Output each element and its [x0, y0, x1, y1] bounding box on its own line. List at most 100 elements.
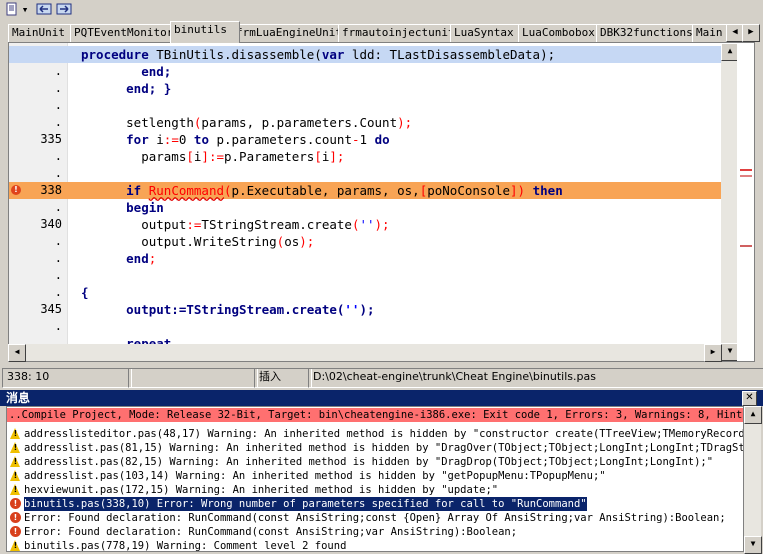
message-text: addresslist.pas(82,15) Warning: An inher… — [24, 456, 714, 468]
code-text: output:=TStringStream.create(''); — [81, 217, 390, 232]
warning-icon: ! — [10, 428, 21, 439]
code-text: for i:=0 to p.parameters.count-1 do — [126, 132, 390, 147]
forward-arrow-icon[interactable] — [56, 2, 72, 18]
line-number: . — [54, 166, 62, 180]
scroll-up-icon[interactable]: ▲ — [744, 406, 762, 424]
list-item[interactable]: ! binutils.pas(778,19) Warning: Comment … — [7, 539, 743, 552]
editor-tab-bar: MainUnit PQTEventMonitor binutils frmLua… — [0, 20, 763, 43]
overview-ruler[interactable] — [737, 43, 754, 361]
error-mark[interactable] — [740, 245, 752, 247]
list-item[interactable]: ! addresslist.pas(82,15) Warning: An inh… — [7, 455, 743, 469]
warning-icon: ! — [10, 470, 21, 481]
line-number: . — [54, 319, 62, 333]
code-line: . end; — [9, 63, 721, 80]
message-text: binutils.pas(338,10) Error: Wrong number… — [24, 497, 587, 511]
source-editor[interactable]: procedure TBinUtils.disassemble(var ldd:… — [8, 42, 755, 362]
tab-binutils[interactable]: binutils — [170, 21, 240, 43]
tab-frmautoinjectunit[interactable]: frmautoinjectunit — [338, 24, 458, 43]
code-line: procedure TBinUtils.disassemble(var ldd:… — [9, 46, 721, 63]
tab-luasyntax[interactable]: LuaSyntax — [450, 24, 526, 43]
scroll-down-icon[interactable]: ▼ — [744, 536, 762, 554]
list-item[interactable]: ..Compile Project, Mode: Release 32-Bit,… — [7, 408, 744, 422]
messages-list[interactable]: ..Compile Project, Mode: Release 32-Bit,… — [6, 406, 744, 552]
close-icon[interactable]: ✕ — [742, 391, 757, 406]
editor-vertical-scrollbar[interactable]: ▲ ▼ — [721, 43, 739, 361]
scroll-right-icon[interactable]: ▶ — [704, 344, 722, 362]
list-item[interactable]: ! hexviewunit.pas(172,15) Warning: An in… — [7, 483, 743, 497]
code-text: output.WriteString(os); — [81, 234, 315, 249]
modified-indicator — [128, 368, 258, 388]
list-item[interactable]: ! Error: Found declaration: RunCommand(c… — [7, 525, 743, 539]
code-text: { — [81, 285, 89, 300]
code-text: procedure TBinUtils.disassemble(var ldd:… — [81, 47, 556, 62]
tab-frmluaengineunit[interactable]: frmLuaEngineUnit — [232, 24, 346, 43]
code-text: end; } — [126, 81, 172, 96]
line-number: . — [54, 200, 62, 214]
tab-luacombobox[interactable]: LuaCombobox — [518, 24, 604, 43]
scroll-left-icon[interactable]: ◀ — [8, 344, 26, 362]
toolbar: ▾ — [0, 0, 763, 20]
back-arrow-icon[interactable] — [36, 2, 52, 18]
code-line: . end; — [9, 250, 721, 267]
warning-icon: ! — [10, 540, 21, 551]
warning-icon: ! — [10, 456, 21, 467]
editor-horizontal-scrollbar[interactable]: ◀ ▶ — [8, 344, 722, 362]
code-line: 335 for i:=0 to p.parameters.count-1 do — [9, 131, 721, 148]
code-line: . — [9, 97, 721, 114]
code-line: 345 output:=TStringStream.create(''); — [9, 301, 721, 318]
error-icon: ! — [10, 512, 21, 523]
tab-pqteventmonitor[interactable]: PQTEventMonitor — [70, 24, 178, 43]
list-item[interactable]: ! Error: Found declaration: RunCommand(c… — [7, 511, 743, 525]
message-text: binutils.pas(778,19) Warning: Comment le… — [24, 540, 347, 552]
code-text: begin — [126, 200, 164, 215]
message-text: ..Compile Project, Mode: Release 32-Bit,… — [9, 409, 744, 421]
code-text: if RunCommand(p.Executable, params, os,[… — [126, 183, 563, 198]
code-line: . begin — [9, 199, 721, 216]
error-icon: ! — [10, 526, 21, 537]
message-text: Error: Found declaration: RunCommand(con… — [24, 526, 518, 538]
status-bar: 338: 10 插入 D:\02\cheat-engine\trunk\Chea… — [0, 366, 763, 388]
tab-dbk32functions[interactable]: DBK32functions — [596, 24, 700, 43]
messages-title: 消息 — [6, 391, 31, 405]
list-item[interactable]: ! addresslist.pas(81,15) Warning: An inh… — [7, 441, 744, 455]
messages-title-bar: 消息 ✕ — [0, 390, 763, 406]
code-line: . — [9, 318, 721, 335]
list-item[interactable]: ! addresslist.pas(103,14) Warning: An in… — [7, 469, 743, 483]
error-mark[interactable] — [740, 175, 752, 177]
line-number: . — [54, 285, 62, 299]
error-mark[interactable] — [740, 169, 752, 171]
line-number: . — [54, 268, 62, 282]
code-text: end; — [126, 251, 157, 266]
tab-scroll-right-icon[interactable]: ▶ — [742, 24, 760, 42]
code-line: . — [9, 267, 721, 284]
dropdown-arrow-icon[interactable]: ▾ — [20, 2, 30, 18]
messages-vertical-scrollbar[interactable]: ▲ ▼ — [744, 406, 762, 554]
code-line: . { — [9, 284, 721, 301]
list-item[interactable]: ! addresslisteditor.pas(48,17) Warning: … — [7, 427, 743, 441]
warning-icon: ! — [10, 442, 21, 453]
line-number: . — [54, 149, 62, 163]
code-line: . — [9, 165, 721, 182]
line-number: . — [54, 234, 62, 248]
message-text: addresslist.pas(81,15) Warning: An inher… — [24, 442, 744, 454]
code-line: . params[i]:=p.Parameters[i]; — [9, 148, 721, 165]
file-icon[interactable] — [4, 2, 20, 18]
list-item-selected[interactable]: ! binutils.pas(338,10) Error: Wrong numb… — [7, 497, 743, 511]
line-number: 340 — [40, 217, 62, 231]
message-text: hexviewunit.pas(172,15) Warning: An inhe… — [24, 484, 499, 496]
code-line: . end; } — [9, 80, 721, 97]
insert-mode: 插入 — [254, 368, 312, 388]
cursor-position: 338: 10 — [2, 368, 132, 388]
error-icon: ! — [10, 498, 21, 509]
warning-icon: ! — [10, 484, 21, 495]
code-line: 340 output:=TStringStream.create(''); — [9, 216, 721, 233]
message-text: Error: Found declaration: RunCommand(con… — [24, 512, 726, 524]
line-number: 338 — [40, 183, 62, 197]
line-number: . — [54, 64, 62, 78]
tab-mainunit[interactable]: MainUnit — [8, 24, 78, 43]
code-text: end; — [141, 64, 172, 79]
code-text: output:=TStringStream.create(''); — [126, 302, 375, 317]
line-number: 335 — [40, 132, 62, 146]
line-number: . — [54, 251, 62, 265]
error-code-line: ! 338 if RunCommand(p.Executable, params… — [9, 182, 721, 199]
